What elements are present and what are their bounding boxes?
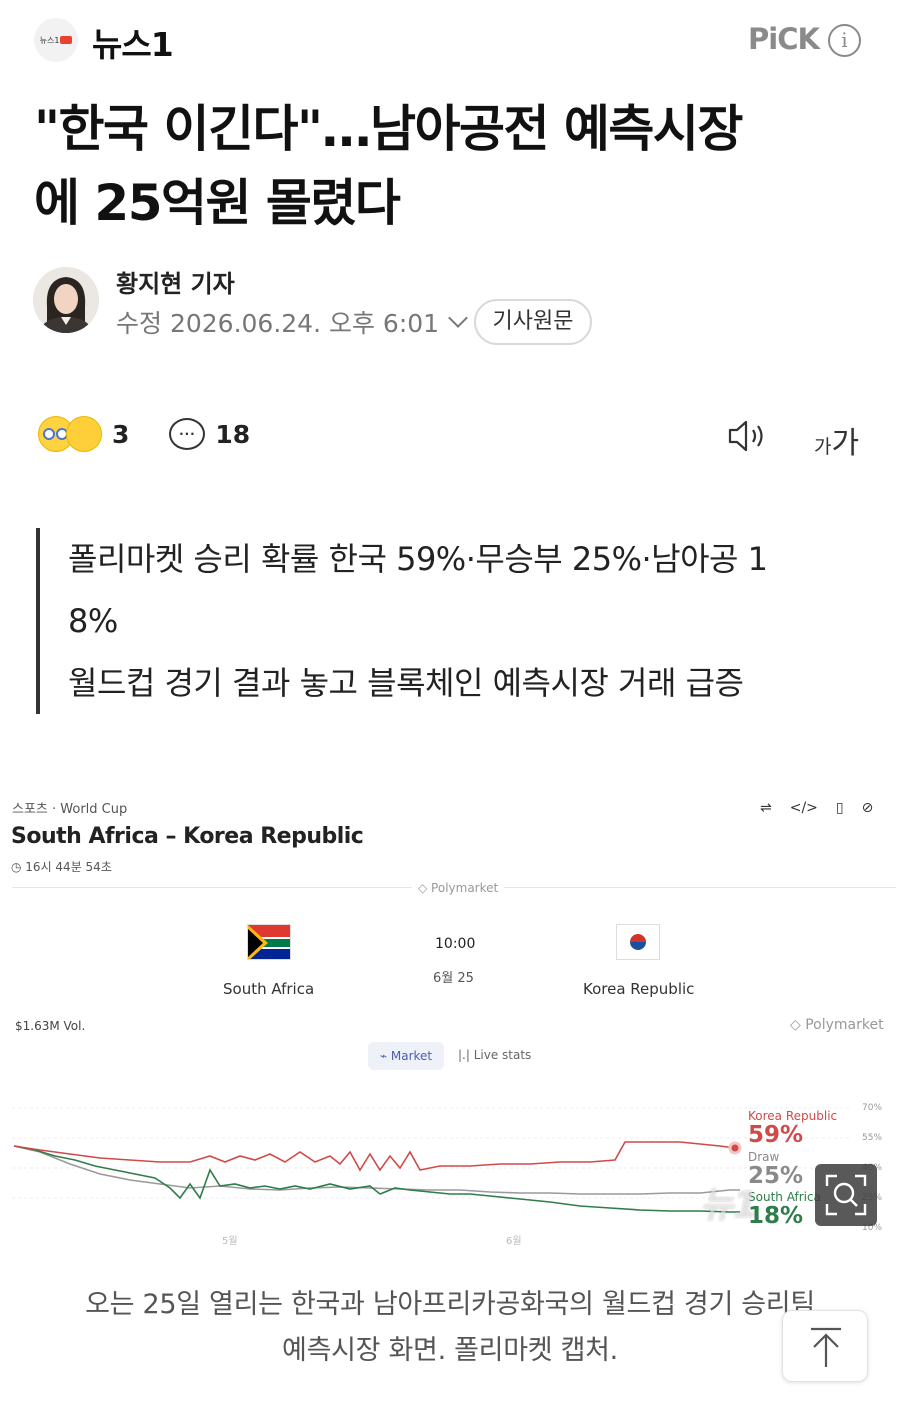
series-line-draw bbox=[13, 1145, 740, 1195]
zoom-search-icon bbox=[825, 1174, 867, 1216]
polymarket-source-right: ◇ Polymarket bbox=[790, 1017, 884, 1033]
match-time: 10:00 bbox=[435, 936, 476, 952]
original-article-button[interactable]: 기사원문 bbox=[474, 299, 592, 345]
reaction-bar: 3 ··· 18 bbox=[38, 412, 250, 456]
reporter-avatar[interactable] bbox=[33, 267, 99, 333]
news1-logo[interactable]: 뉴스1 bbox=[34, 18, 78, 62]
team-away: Korea Republic bbox=[583, 980, 695, 998]
series-line-korea bbox=[13, 1141, 736, 1172]
scroll-to-top-button[interactable] bbox=[782, 1310, 868, 1382]
settings-icon: ⇌ bbox=[760, 800, 772, 816]
team-home: South Africa bbox=[223, 980, 315, 998]
caption-line-1: 오는 25일 열리는 한국과 남아프리카공화국의 월드컵 경기 승리팀 bbox=[85, 1289, 815, 1320]
article-summary: 폴리마켓 승리 확률 한국 59%·무승부 25%·남아공 1 8% 월드컵 경… bbox=[36, 528, 866, 714]
top-bar: 뉴스1 뉴스1 PiCK i bbox=[0, 0, 900, 80]
tab-market-label: Market bbox=[390, 1049, 433, 1063]
summary-line-2: 8% bbox=[68, 602, 118, 640]
y-tick-70: 70% bbox=[862, 1103, 883, 1113]
brand-name[interactable]: 뉴스1 bbox=[92, 18, 174, 66]
countdown-text: 16시 44분 54초 bbox=[25, 860, 112, 874]
comment-icon[interactable]: ··· bbox=[169, 418, 206, 450]
logo-text: 뉴스1 bbox=[39, 35, 60, 45]
reporter-name[interactable]: 황지현 기자 bbox=[116, 264, 235, 299]
match-date: 6월 25 bbox=[433, 971, 474, 986]
info-icon[interactable]: i bbox=[828, 24, 861, 57]
logo-mark bbox=[60, 36, 73, 44]
series-label-korea: Korea Republic 59% bbox=[748, 1110, 837, 1148]
comment-count[interactable]: 18 bbox=[215, 420, 250, 449]
series-label-south-africa: South Africa 18% bbox=[748, 1191, 821, 1229]
figure-title: South Africa – Korea Republic bbox=[11, 824, 364, 849]
summary-line-1: 폴리마켓 승리 확률 한국 59%·무승부 25%·남아공 1 bbox=[68, 540, 768, 578]
figure-caption: 오는 25일 열리는 한국과 남아프리카공화국의 월드컵 경기 승리팀 예측시장… bbox=[20, 1282, 880, 1374]
font-big-label: 가 bbox=[831, 426, 860, 461]
korea-flag-icon bbox=[616, 924, 660, 960]
reaction-count: 3 bbox=[112, 419, 130, 449]
korea-current-point bbox=[728, 1141, 742, 1155]
caption-line-2: 예측시장 화면. 폴리마켓 캡처. bbox=[282, 1335, 618, 1366]
polymarket-source-top: ◇ Polymarket bbox=[412, 881, 505, 895]
font-small-label: 가 bbox=[814, 436, 832, 458]
headline-line-2: 에 25억원 몰렸다 bbox=[34, 174, 401, 232]
series-value-south-africa: 18% bbox=[748, 1203, 804, 1229]
y-tick-55: 55% bbox=[862, 1133, 883, 1143]
article-headline: "한국 이긴다"…남아공전 예측시장 에 25억원 몰렸다 bbox=[34, 92, 874, 240]
market-volume: $1.63M Vol. bbox=[15, 1019, 86, 1033]
modified-time: 수정 2026.06.24. 오후 6:01 bbox=[116, 309, 440, 338]
summary-line-3: 월드컵 경기 결과 놓고 블록체인 예측시장 거래 급증 bbox=[68, 664, 744, 702]
embed-code-icon: </> bbox=[789, 800, 818, 816]
source-right-text: Polymarket bbox=[805, 1017, 884, 1033]
tab-market: ⌁ Market bbox=[368, 1042, 444, 1070]
article-timestamp[interactable]: 수정 2026.06.24. 오후 6:01 bbox=[116, 304, 468, 340]
sparkle-emoji-icon[interactable] bbox=[66, 416, 102, 452]
link-icon: ⊘ bbox=[861, 800, 874, 816]
tab-live-stats: |.| Live stats bbox=[458, 1048, 532, 1062]
chevron-down-icon bbox=[448, 308, 468, 328]
headline-line-1: "한국 이긴다"…남아공전 예측시장 bbox=[34, 100, 743, 158]
article-figure[interactable]: 스포츠 · World Cup South Africa – Korea Rep… bbox=[0, 790, 900, 1260]
figure-toolbar: ⇌ </> ▯ ⊘ bbox=[760, 800, 873, 816]
x-tick-may: 5월 bbox=[222, 1236, 238, 1247]
speaker-icon[interactable] bbox=[727, 418, 771, 454]
south-africa-flag-icon bbox=[247, 924, 291, 960]
image-zoom-button[interactable] bbox=[815, 1164, 877, 1226]
tab-live-label: Live stats bbox=[473, 1048, 532, 1062]
bookmark-icon: ▯ bbox=[835, 800, 844, 816]
font-size-button[interactable]: 가가 bbox=[814, 418, 859, 462]
pick-label: PiCK bbox=[748, 22, 820, 56]
source-top-text: Polymarket bbox=[431, 881, 499, 895]
figure-countdown: ◷ 16시 44분 54초 bbox=[11, 860, 112, 874]
x-tick-june: 6월 bbox=[506, 1236, 522, 1247]
arrow-up-icon bbox=[811, 1327, 841, 1367]
figure-category: 스포츠 · World Cup bbox=[12, 802, 128, 817]
news1-watermark: 뉴1 bbox=[700, 1185, 759, 1226]
series-value-korea: 59% bbox=[748, 1122, 804, 1148]
